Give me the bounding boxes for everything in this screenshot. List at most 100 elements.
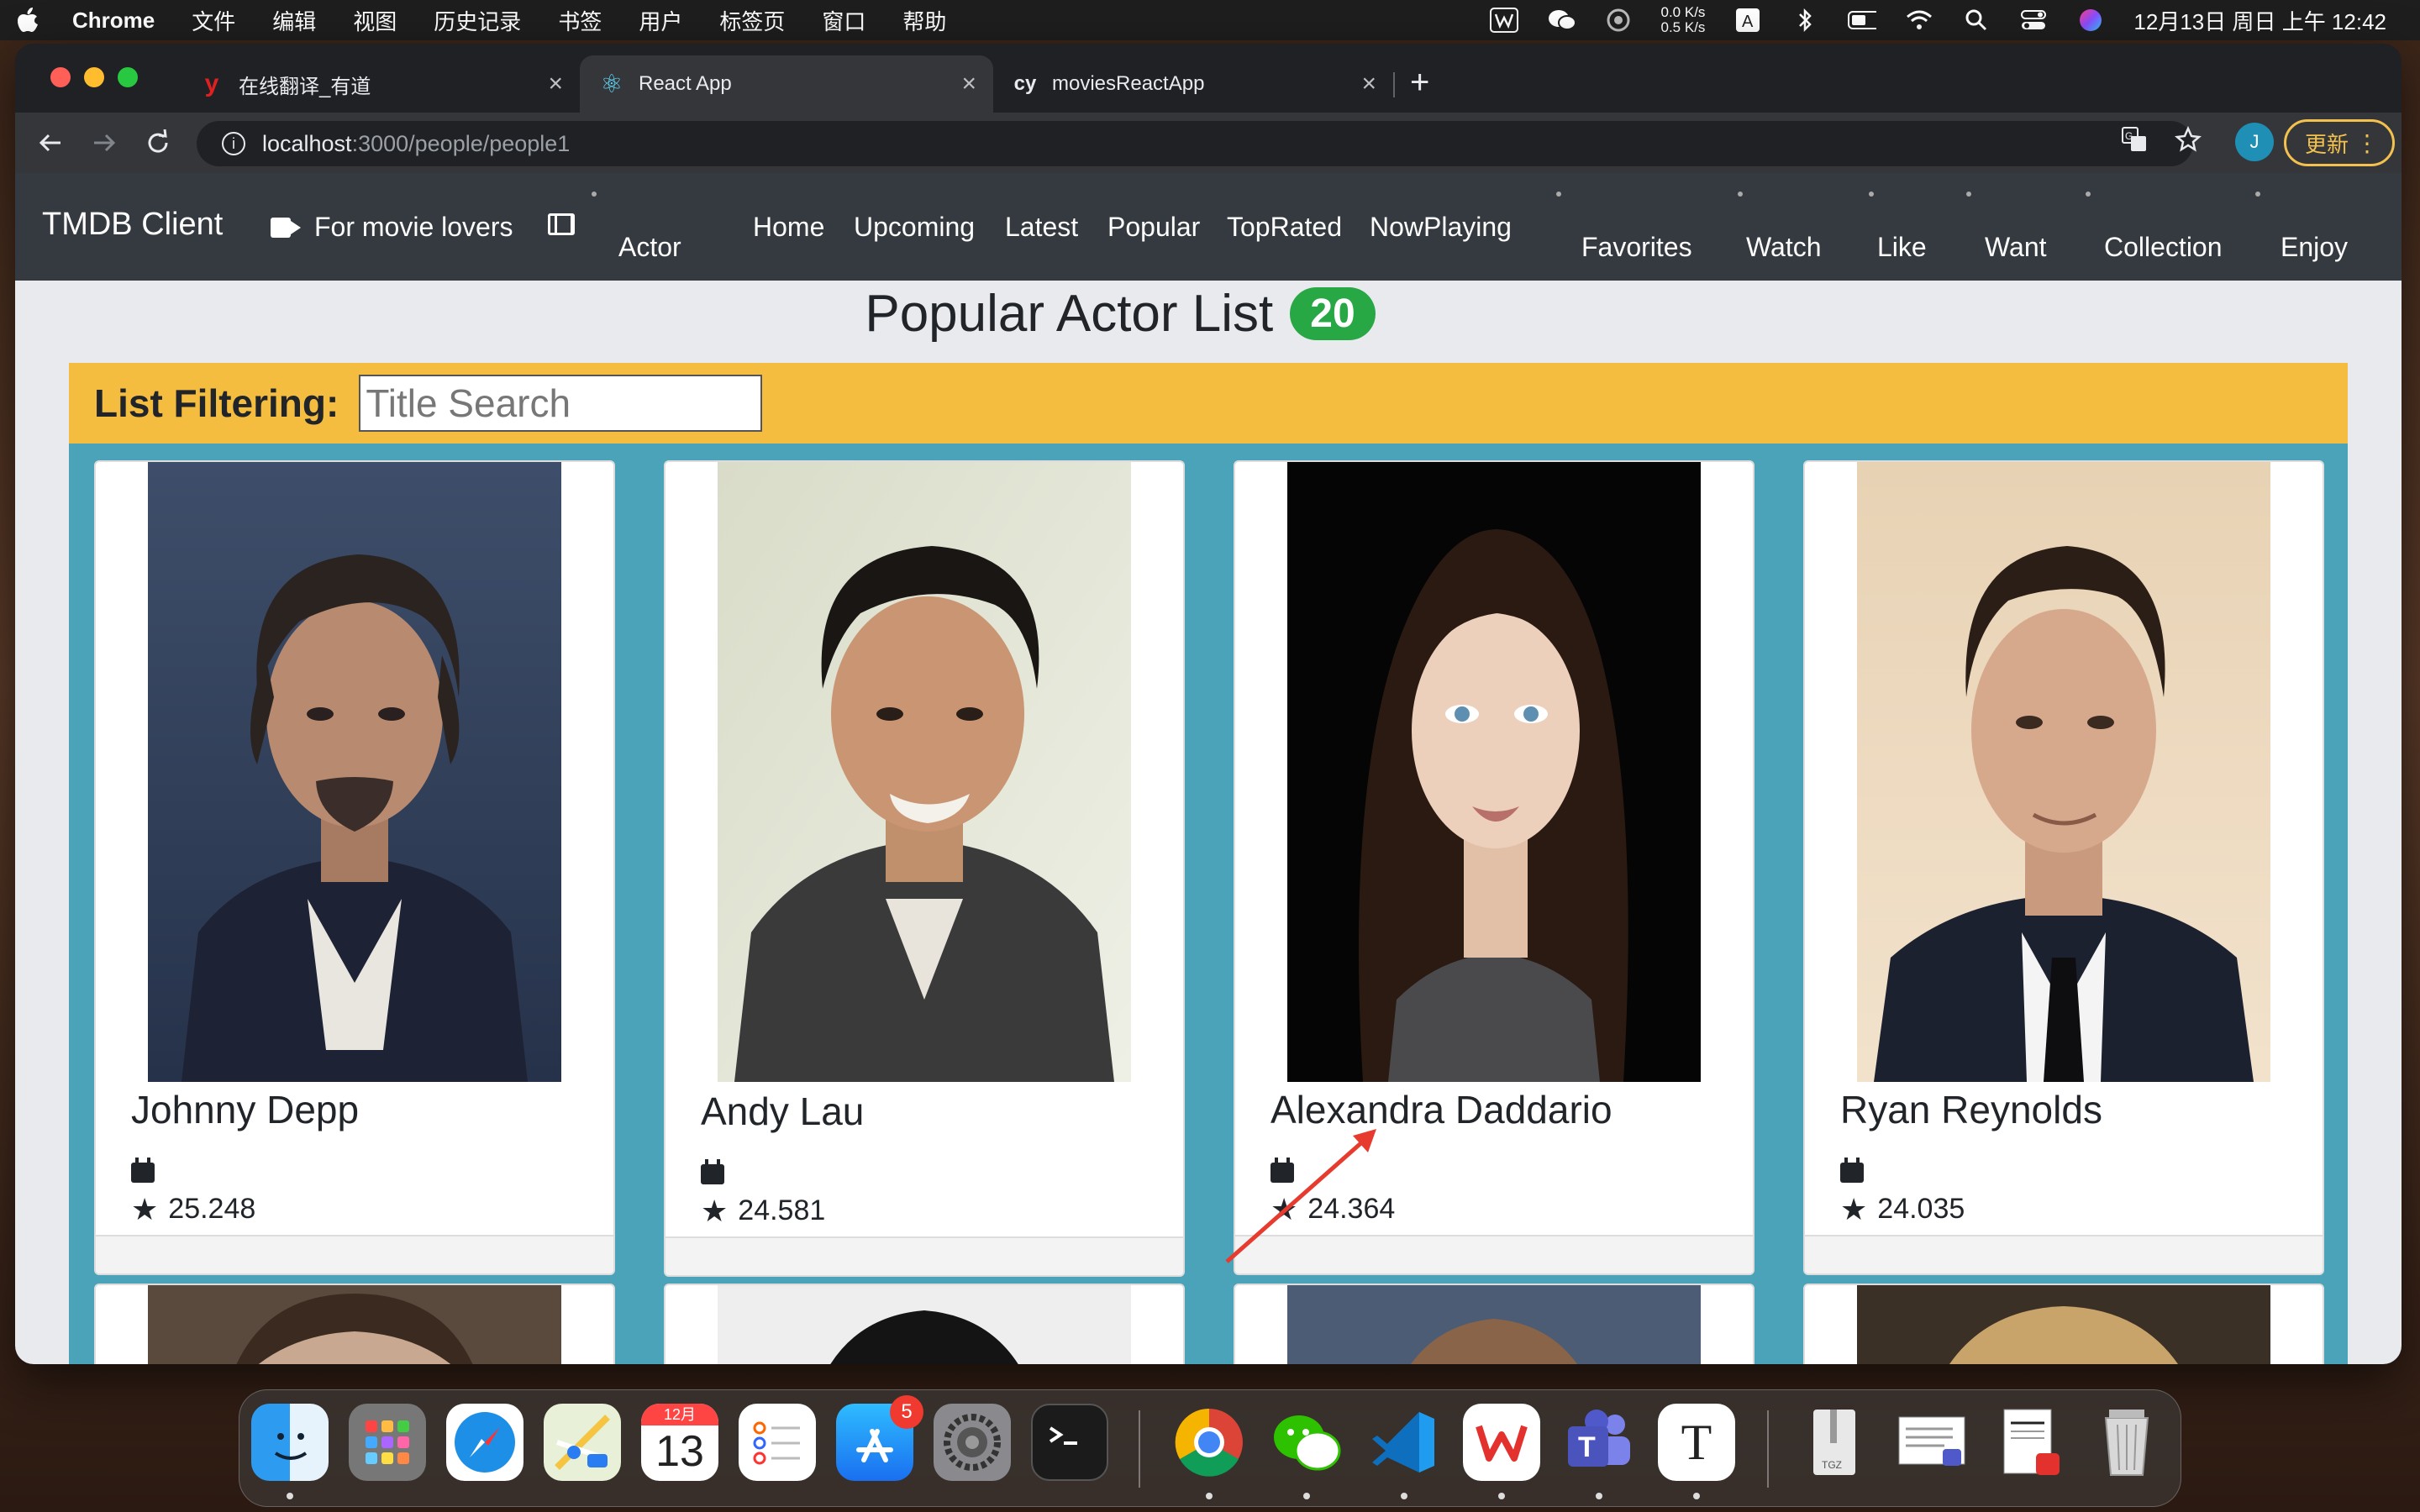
control-center-icon[interactable] xyxy=(2019,8,2048,33)
minimize-window-button[interactable] xyxy=(84,67,104,87)
notification-badge: 5 xyxy=(890,1395,923,1429)
teams-icon[interactable]: T xyxy=(1560,1404,1638,1481)
actor-card[interactable] xyxy=(1803,1284,2324,1364)
menubar-clock[interactable]: 12月13日 周日 上午 12:42 xyxy=(2133,5,2386,36)
nav-collection[interactable]: Collection xyxy=(2104,232,2223,263)
actor-photo[interactable] xyxy=(718,1285,1131,1364)
actor-name[interactable]: Johnny Depp xyxy=(131,1087,359,1132)
nav-watch[interactable]: Watch xyxy=(1746,232,1822,263)
nav-upcoming[interactable]: Upcoming xyxy=(854,212,975,243)
nav-home[interactable]: Home xyxy=(753,212,824,243)
nav-like[interactable]: Like xyxy=(1877,232,1927,263)
update-chrome-button[interactable]: 更新 ⋮ xyxy=(2284,119,2395,166)
tagline-text: For movie lovers xyxy=(314,212,513,242)
menu-window[interactable]: 窗口 xyxy=(822,5,865,36)
finder-icon[interactable] xyxy=(251,1404,329,1481)
nav-enjoy[interactable]: Enjoy xyxy=(2281,232,2348,263)
typora-icon[interactable]: T xyxy=(1658,1404,1735,1481)
actor-card[interactable] xyxy=(94,1284,615,1364)
site-info-icon[interactable]: i xyxy=(222,132,245,155)
menu-users[interactable]: 用户 xyxy=(639,5,682,36)
app-store-icon[interactable]: 5 xyxy=(836,1395,923,1481)
actor-card[interactable] xyxy=(664,1284,1185,1364)
spotlight-search-icon[interactable] xyxy=(1962,8,1991,33)
title-search-input[interactable] xyxy=(359,375,763,432)
menu-bookmarks[interactable]: 书签 xyxy=(558,5,602,36)
new-tab-icon[interactable]: + xyxy=(1410,66,1429,99)
calendar-icon[interactable]: 12月 13 xyxy=(641,1404,718,1481)
nav-actor[interactable]: Actor xyxy=(618,232,681,263)
zoom-window-button[interactable] xyxy=(118,67,138,87)
close-window-button[interactable] xyxy=(50,67,71,87)
launchpad-icon[interactable] xyxy=(349,1404,426,1481)
tab-react-app[interactable]: ⚛ React App × xyxy=(580,55,993,113)
brand-link[interactable]: TMDB Client xyxy=(42,207,223,243)
actor-photo[interactable] xyxy=(148,1285,561,1364)
back-icon[interactable] xyxy=(34,126,67,160)
close-tab-icon[interactable]: × xyxy=(548,70,563,98)
safari-icon[interactable] xyxy=(446,1404,523,1481)
maps-icon[interactable] xyxy=(544,1404,621,1481)
actor-photo[interactable] xyxy=(718,462,1131,1082)
translate-icon[interactable]: G xyxy=(2118,123,2151,156)
archive-icon[interactable]: TGZ xyxy=(1796,1404,1873,1481)
tab-movies-react-app[interactable]: cy moviesReactApp × xyxy=(993,55,1393,113)
menu-tabs[interactable]: 标签页 xyxy=(719,5,785,36)
documents-icon[interactable] xyxy=(1893,1404,1970,1481)
apple-icon[interactable] xyxy=(17,7,42,34)
reload-icon[interactable] xyxy=(141,126,175,160)
actor-card[interactable] xyxy=(1234,1284,1754,1364)
wechat-status-icon[interactable] xyxy=(1547,8,1576,33)
actor-card[interactable]: Ryan Reynolds ★ 24.035 xyxy=(1803,460,2324,1275)
menu-app-name[interactable]: Chrome xyxy=(72,8,155,34)
actor-photo[interactable] xyxy=(1287,462,1701,1082)
nav-favorites[interactable]: Favorites xyxy=(1581,232,1692,263)
actor-photo[interactable] xyxy=(1287,1285,1701,1364)
actor-card[interactable]: Andy Lau ★ 24.581 xyxy=(664,460,1185,1277)
nav-want[interactable]: Want xyxy=(1985,232,2047,263)
system-preferences-icon[interactable] xyxy=(934,1404,1011,1481)
siri-icon[interactable] xyxy=(2076,8,2105,33)
menu-file[interactable]: 文件 xyxy=(192,5,235,36)
actor-photo[interactable] xyxy=(1857,1285,2270,1364)
nav-latest[interactable]: Latest xyxy=(1005,212,1078,243)
menu-help[interactable]: 帮助 xyxy=(902,5,946,36)
battery-icon[interactable] xyxy=(1848,8,1877,33)
actor-card[interactable]: Johnny Depp ★ 25.248 xyxy=(94,460,615,1275)
bookmark-star-icon[interactable] xyxy=(2171,123,2205,156)
input-method-icon[interactable]: A xyxy=(1733,8,1762,33)
wechat-icon[interactable] xyxy=(1268,1404,1345,1481)
actor-name[interactable]: Andy Lau xyxy=(701,1089,864,1134)
forward-icon[interactable] xyxy=(87,126,121,160)
menu-view[interactable]: 视图 xyxy=(353,5,397,36)
net-up-speed: 0.0 K/s xyxy=(1660,4,1706,20)
wifi-icon[interactable] xyxy=(1905,8,1933,33)
nav-popular[interactable]: Popular xyxy=(1107,212,1200,243)
cy-icon: cy xyxy=(1013,72,1037,95)
close-tab-icon[interactable]: × xyxy=(1361,70,1376,98)
bluetooth-icon[interactable] xyxy=(1791,8,1819,33)
actor-name[interactable]: Ryan Reynolds xyxy=(1840,1087,2102,1132)
more-menu-icon[interactable]: ⋮ xyxy=(2355,129,2379,157)
menu-history[interactable]: 历史记录 xyxy=(434,5,521,36)
terminal-icon[interactable] xyxy=(1031,1404,1108,1481)
actor-photo[interactable] xyxy=(148,462,561,1082)
actor-name[interactable]: Alexandra Daddario xyxy=(1270,1087,1612,1132)
actor-card[interactable]: Alexandra Daddario ★ 24.364 xyxy=(1234,460,1754,1275)
menu-edit[interactable]: 编辑 xyxy=(272,5,316,36)
nav-top-rated[interactable]: TopRated xyxy=(1227,212,1342,243)
wps-icon[interactable] xyxy=(1463,1404,1540,1481)
close-tab-icon[interactable]: × xyxy=(961,70,976,98)
actor-photo[interactable] xyxy=(1857,462,2270,1082)
nav-now-playing[interactable]: NowPlaying xyxy=(1370,212,1512,243)
address-bar[interactable]: i localhost:3000/people/people1 xyxy=(197,121,2193,166)
chrome-icon[interactable] xyxy=(1171,1404,1248,1481)
tab-youdao[interactable]: y 在线翻译_有道 × xyxy=(180,55,580,113)
wps-status-icon[interactable] xyxy=(1489,8,1518,33)
reminders-icon[interactable] xyxy=(739,1404,816,1481)
trash-icon[interactable] xyxy=(2088,1404,2165,1481)
screen-record-icon[interactable] xyxy=(1604,8,1633,33)
profile-avatar[interactable]: J xyxy=(2235,123,2274,161)
wps-document-icon[interactable] xyxy=(1991,1404,2068,1481)
vscode-icon[interactable] xyxy=(1365,1404,1443,1481)
